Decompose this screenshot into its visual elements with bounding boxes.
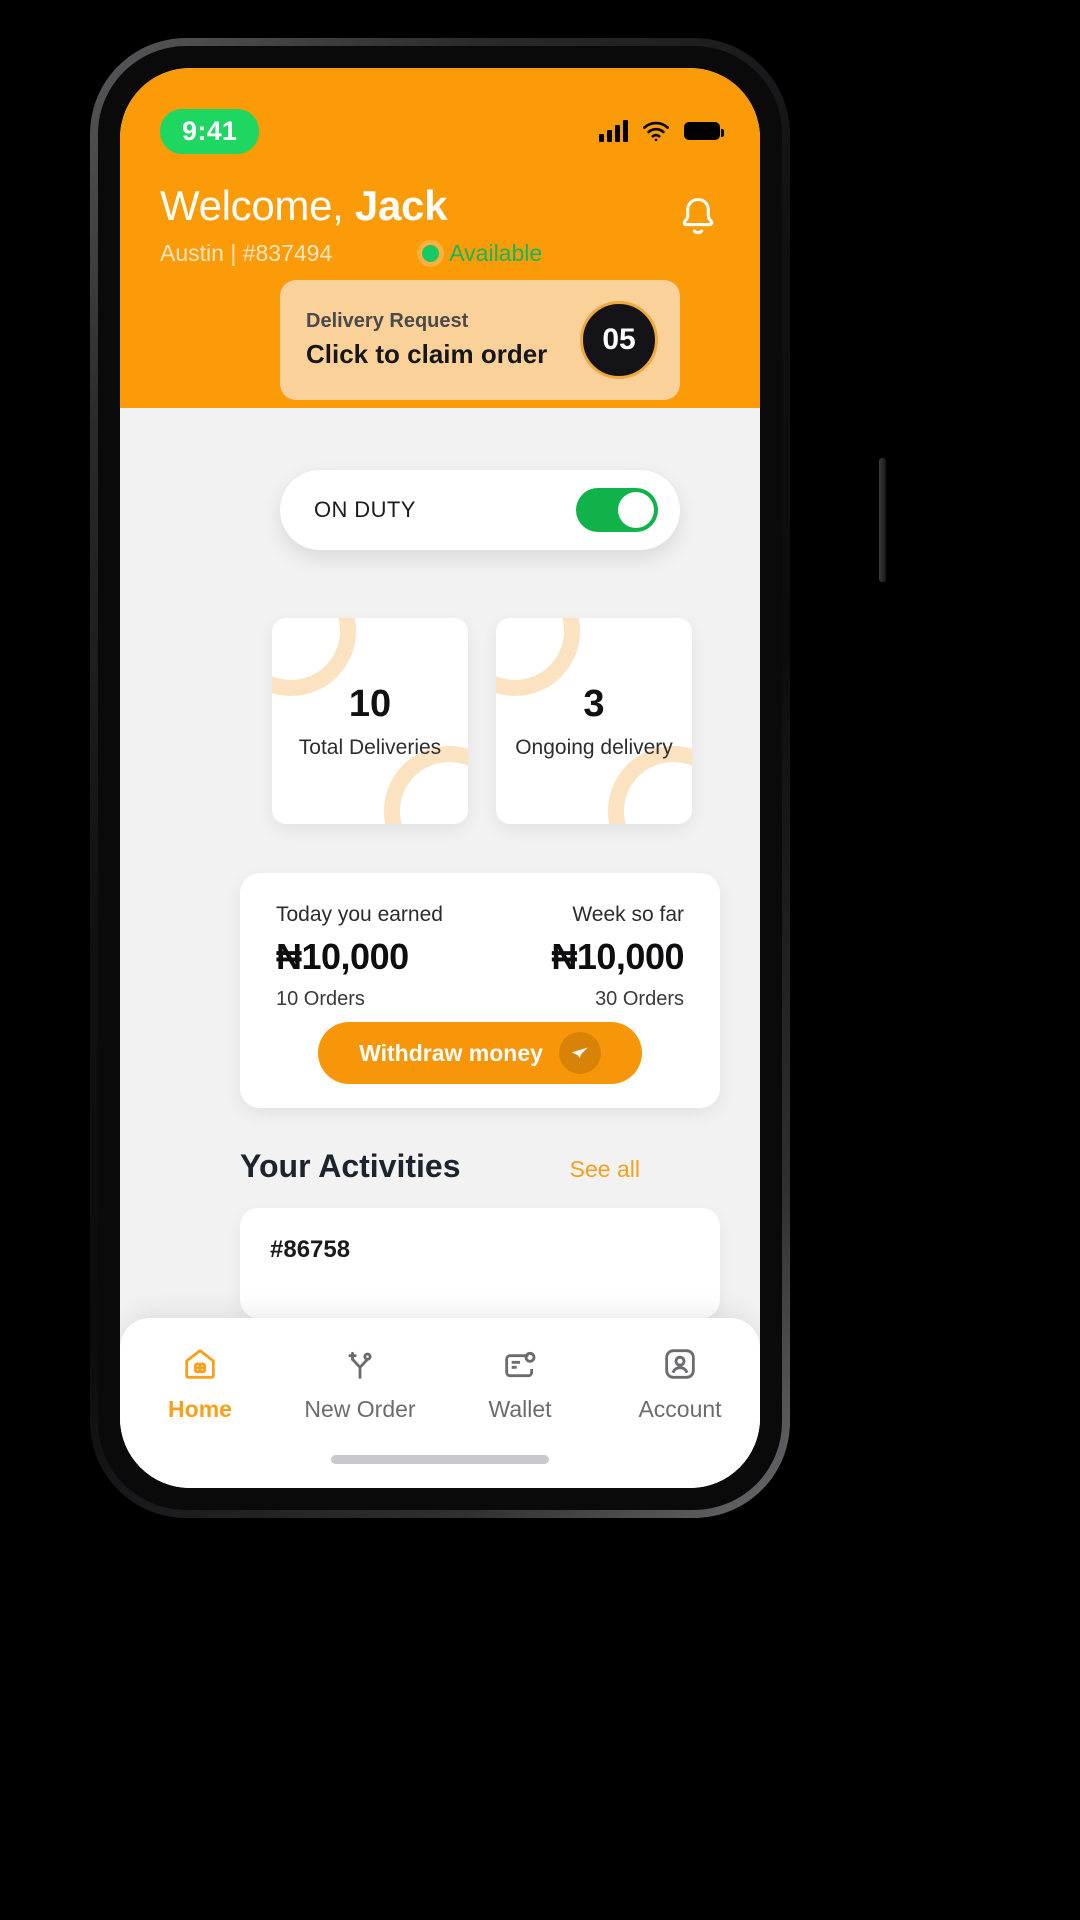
toggle-knob [618, 492, 654, 528]
withdraw-money-button[interactable]: Withdraw money [318, 1022, 642, 1084]
on-duty-label: ON DUTY [314, 497, 416, 522]
delivery-request-title: Delivery Request [306, 310, 469, 332]
user-name: Jack [354, 182, 448, 229]
earnings-today-amount: ₦10,000 [276, 936, 409, 977]
delivery-request-card[interactable]: Delivery Request Click to claim order 05 [280, 280, 680, 400]
phone-bezel: Welcome, Jack Austin | #837494 Available [98, 46, 782, 1510]
on-duty-toggle[interactable] [576, 488, 658, 532]
wifi-icon [643, 121, 669, 142]
status-bar-time: 9:41 [160, 108, 260, 154]
welcome-prefix: Welcome, [160, 182, 355, 229]
wallet-icon [505, 1351, 536, 1378]
welcome-title: Welcome, Jack [160, 182, 542, 229]
stat-card-total-deliveries[interactable]: 10 Total Deliveries [272, 618, 468, 824]
earnings-today-orders: 10 Orders [276, 988, 365, 1010]
stat-value: 3 [583, 682, 605, 725]
tab-label: Account [638, 1396, 722, 1422]
stat-card-ongoing-delivery[interactable]: 3 Ongoing delivery [496, 618, 692, 824]
status-dot-icon [422, 245, 440, 263]
location-text: Austin [160, 240, 224, 267]
earnings-row: Today you earned ₦10,000 10 Orders Week … [276, 903, 684, 1011]
earnings-week-column: Week so far ₦10,000 30 Orders [551, 903, 684, 1011]
tab-wallet[interactable]: Wallet [445, 1344, 595, 1423]
tab-label: Wallet [488, 1396, 552, 1422]
notification-bell-icon [682, 197, 714, 235]
rider-location-and-id: Austin | #837494 [160, 240, 332, 267]
send-plane-glyph [571, 1047, 588, 1059]
delivery-request-action: Click to claim order [306, 339, 548, 369]
home-icon [185, 1349, 215, 1379]
home-indicator[interactable] [331, 1455, 549, 1464]
route-fork-icon [348, 1351, 372, 1379]
earnings-today-column: Today you earned ₦10,000 10 Orders [276, 903, 443, 1011]
availability-label: Available [449, 240, 543, 267]
see-all-link[interactable]: See all [570, 1156, 640, 1183]
earnings-week-label: Week so far [572, 903, 684, 926]
header-row: Welcome, Jack Austin | #837494 Available [160, 182, 720, 267]
activities-header: Your Activities See all [240, 1148, 640, 1185]
activities-title: Your Activities [240, 1148, 461, 1184]
stat-label: Ongoing delivery [515, 735, 673, 759]
header-text-block: Welcome, Jack Austin | #837494 Available [160, 182, 542, 267]
status-bar: 9:41 [120, 68, 760, 164]
withdraw-money-label: Withdraw money [359, 1039, 543, 1066]
phone-frame: Welcome, Jack Austin | #837494 Available [90, 38, 886, 1518]
tab-label: Home [168, 1396, 232, 1422]
bottom-navigation: Home New Order Wallet Account [120, 1318, 760, 1488]
earnings-week-amount: ₦10,000 [551, 936, 684, 977]
stat-value: 10 [348, 682, 392, 725]
activity-order-id: #86758 [270, 1236, 351, 1263]
tab-account[interactable]: Account [605, 1344, 755, 1423]
delivery-request-text: Delivery Request Click to claim order [306, 310, 547, 370]
stats-row: 10 Total Deliveries 3 Ongoing delivery [272, 618, 692, 824]
earnings-today-label: Today you earned [276, 903, 443, 926]
countdown-badge: 05 [580, 301, 658, 379]
user-account-icon [665, 1349, 695, 1379]
notification-button[interactable] [676, 184, 720, 245]
send-plane-icon [558, 1032, 601, 1074]
status-bar-icons [599, 120, 724, 142]
separator-text: | [223, 240, 243, 267]
earnings-card: Today you earned ₦10,000 10 Orders Week … [240, 873, 720, 1108]
tab-new-order[interactable]: New Order [285, 1344, 435, 1423]
header-subtitle-row: Austin | #837494 Available [160, 240, 542, 267]
activity-list-item[interactable]: #86758 [240, 1208, 720, 1318]
earnings-week-orders: 30 Orders [595, 988, 684, 1010]
availability-status: Available [422, 240, 542, 267]
tab-label: New Order [304, 1396, 416, 1422]
stat-label: Total Deliveries [298, 735, 442, 759]
phone-screen: Welcome, Jack Austin | #837494 Available [120, 68, 760, 1488]
screenshot-root: Welcome, Jack Austin | #837494 Available [0, 0, 1080, 1920]
main-content: ON DUTY 10 Total Deliveries 3 Ongoing de… [120, 408, 760, 1488]
on-duty-card[interactable]: ON DUTY [280, 470, 680, 550]
decorative-arc-icon [496, 618, 580, 696]
power-button[interactable] [879, 458, 886, 582]
decorative-arc-icon [272, 618, 356, 696]
tab-home[interactable]: Home [125, 1344, 275, 1423]
battery-icon [684, 122, 724, 140]
rider-id-text: #837494 [242, 240, 333, 267]
cellular-signal-icon [599, 120, 628, 142]
